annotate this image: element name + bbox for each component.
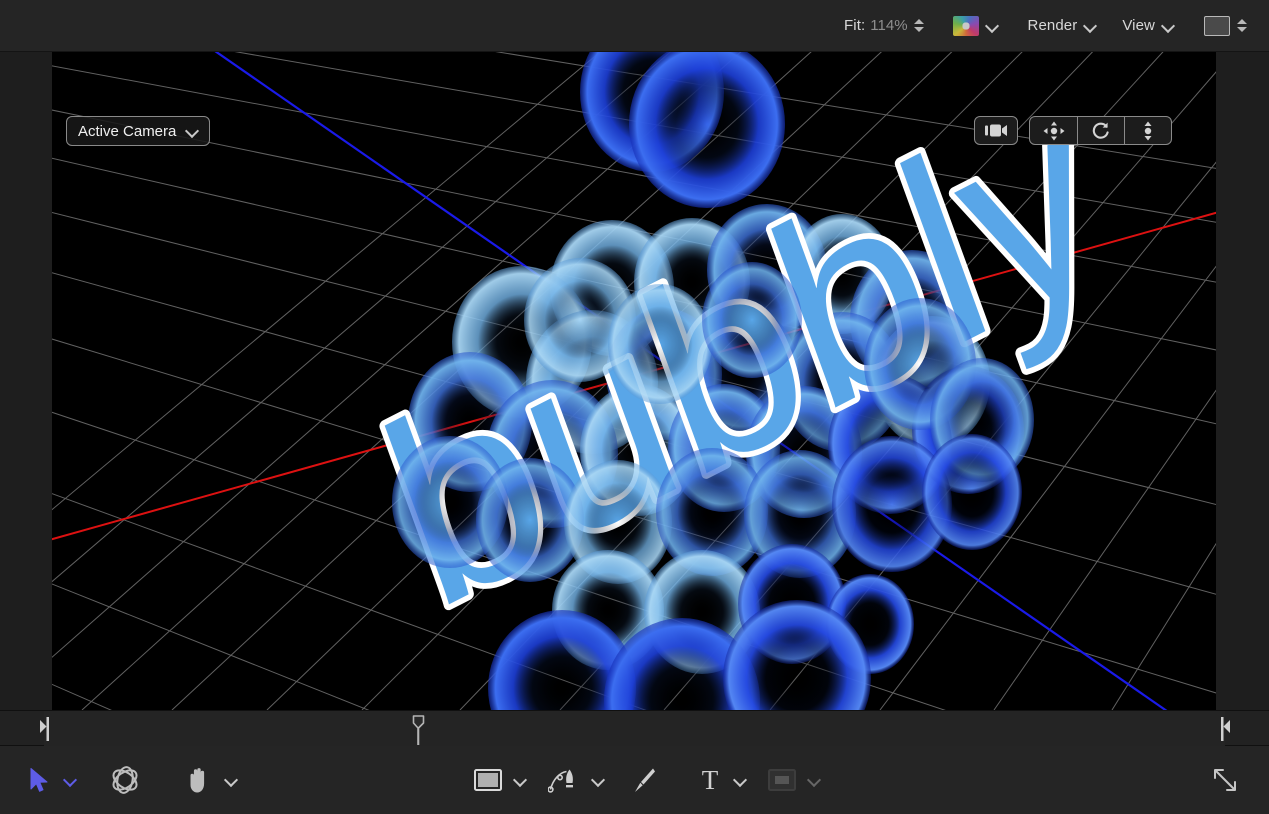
video-camera-icon[interactable] xyxy=(974,116,1018,145)
mask-tool[interactable] xyxy=(768,769,820,791)
arrow-cursor-icon xyxy=(30,768,48,792)
paint-tool[interactable] xyxy=(630,767,656,793)
text-tool[interactable]: T xyxy=(697,767,746,793)
mask-rectangle-icon xyxy=(768,769,796,791)
bottom-toolbar: T xyxy=(0,746,1269,814)
fit-value: 114% xyxy=(870,17,908,34)
playhead-glyph xyxy=(412,715,425,746)
top-toolbar: Fit: 114% Render View xyxy=(0,0,1269,52)
chevron-down-icon[interactable] xyxy=(734,775,746,787)
pen-nib-icon xyxy=(548,769,573,793)
chevron-down-icon[interactable] xyxy=(592,775,604,787)
orbit-rotate-icon[interactable] xyxy=(1077,117,1124,144)
dolly-updown-icon[interactable] xyxy=(1124,117,1171,144)
pan-tool[interactable] xyxy=(184,766,237,794)
chevron-down-icon[interactable] xyxy=(808,775,820,787)
chevron-down-icon[interactable] xyxy=(1084,21,1096,33)
chevron-down-icon[interactable] xyxy=(186,126,198,138)
paintbrush-icon xyxy=(635,768,655,792)
text-t-glyph: T xyxy=(702,767,719,793)
camera-tools-group xyxy=(974,116,1172,145)
timeline-track[interactable] xyxy=(44,711,1225,746)
chevron-down-icon[interactable] xyxy=(64,775,76,787)
dolly-updown-glyph xyxy=(1144,121,1152,140)
video-camera-glyph xyxy=(985,124,1007,137)
in-point-marker-icon[interactable] xyxy=(38,717,50,746)
in-point-glyph xyxy=(40,717,49,741)
camera-navigation-segment xyxy=(1029,116,1172,145)
bezier-tool[interactable] xyxy=(548,767,604,793)
color-picker-control[interactable] xyxy=(952,0,998,52)
orbit-3d-icon xyxy=(112,766,138,794)
render-menu-label: Render xyxy=(1027,17,1078,34)
fit-zoom-control[interactable]: Fit: 114% xyxy=(844,0,925,52)
render-menu[interactable]: Render xyxy=(1028,0,1097,52)
view-menu[interactable]: View xyxy=(1122,0,1174,52)
timeline-scrubber-bar[interactable] xyxy=(0,710,1269,746)
3d-scene: bubbly bubbly xyxy=(52,52,1216,710)
updown-stepper-icon[interactable] xyxy=(1236,15,1247,37)
out-point-marker-icon[interactable] xyxy=(1220,717,1232,746)
four-way-pan-icon[interactable] xyxy=(1030,117,1077,144)
background-color-swatch-icon[interactable] xyxy=(1204,15,1230,36)
active-camera-dropdown[interactable]: Active Camera xyxy=(66,116,211,146)
canvas-area: bubbly bubbly xyxy=(0,52,1269,710)
view-menu-label: View xyxy=(1122,17,1155,34)
playhead-icon[interactable] xyxy=(412,715,425,746)
four-way-pan-glyph xyxy=(1043,121,1064,140)
orbit-rotate-glyph xyxy=(1092,122,1109,139)
chevron-down-icon[interactable] xyxy=(514,775,526,787)
color-wheel-icon[interactable] xyxy=(952,15,979,36)
hand-icon xyxy=(190,768,205,793)
chevron-down-icon[interactable] xyxy=(986,21,998,33)
background-color-control[interactable] xyxy=(1204,0,1247,52)
out-point-glyph xyxy=(1221,717,1230,741)
fit-label: Fit: xyxy=(844,17,866,34)
active-camera-label: Active Camera xyxy=(78,122,177,140)
select-tool[interactable] xyxy=(28,767,76,793)
resize-canvas-button[interactable] xyxy=(1212,767,1238,793)
shape-tool[interactable] xyxy=(474,769,526,791)
diagonal-resize-icon xyxy=(1214,769,1236,791)
transform-3d-tool[interactable] xyxy=(110,765,140,795)
text-t-icon: T xyxy=(702,767,719,793)
updown-stepper-icon[interactable] xyxy=(914,15,925,37)
rectangle-icon xyxy=(474,769,502,791)
chevron-down-icon[interactable] xyxy=(225,775,237,787)
viewport-3d[interactable]: bubbly bubbly xyxy=(52,52,1216,710)
chevron-down-icon[interactable] xyxy=(1162,21,1174,33)
